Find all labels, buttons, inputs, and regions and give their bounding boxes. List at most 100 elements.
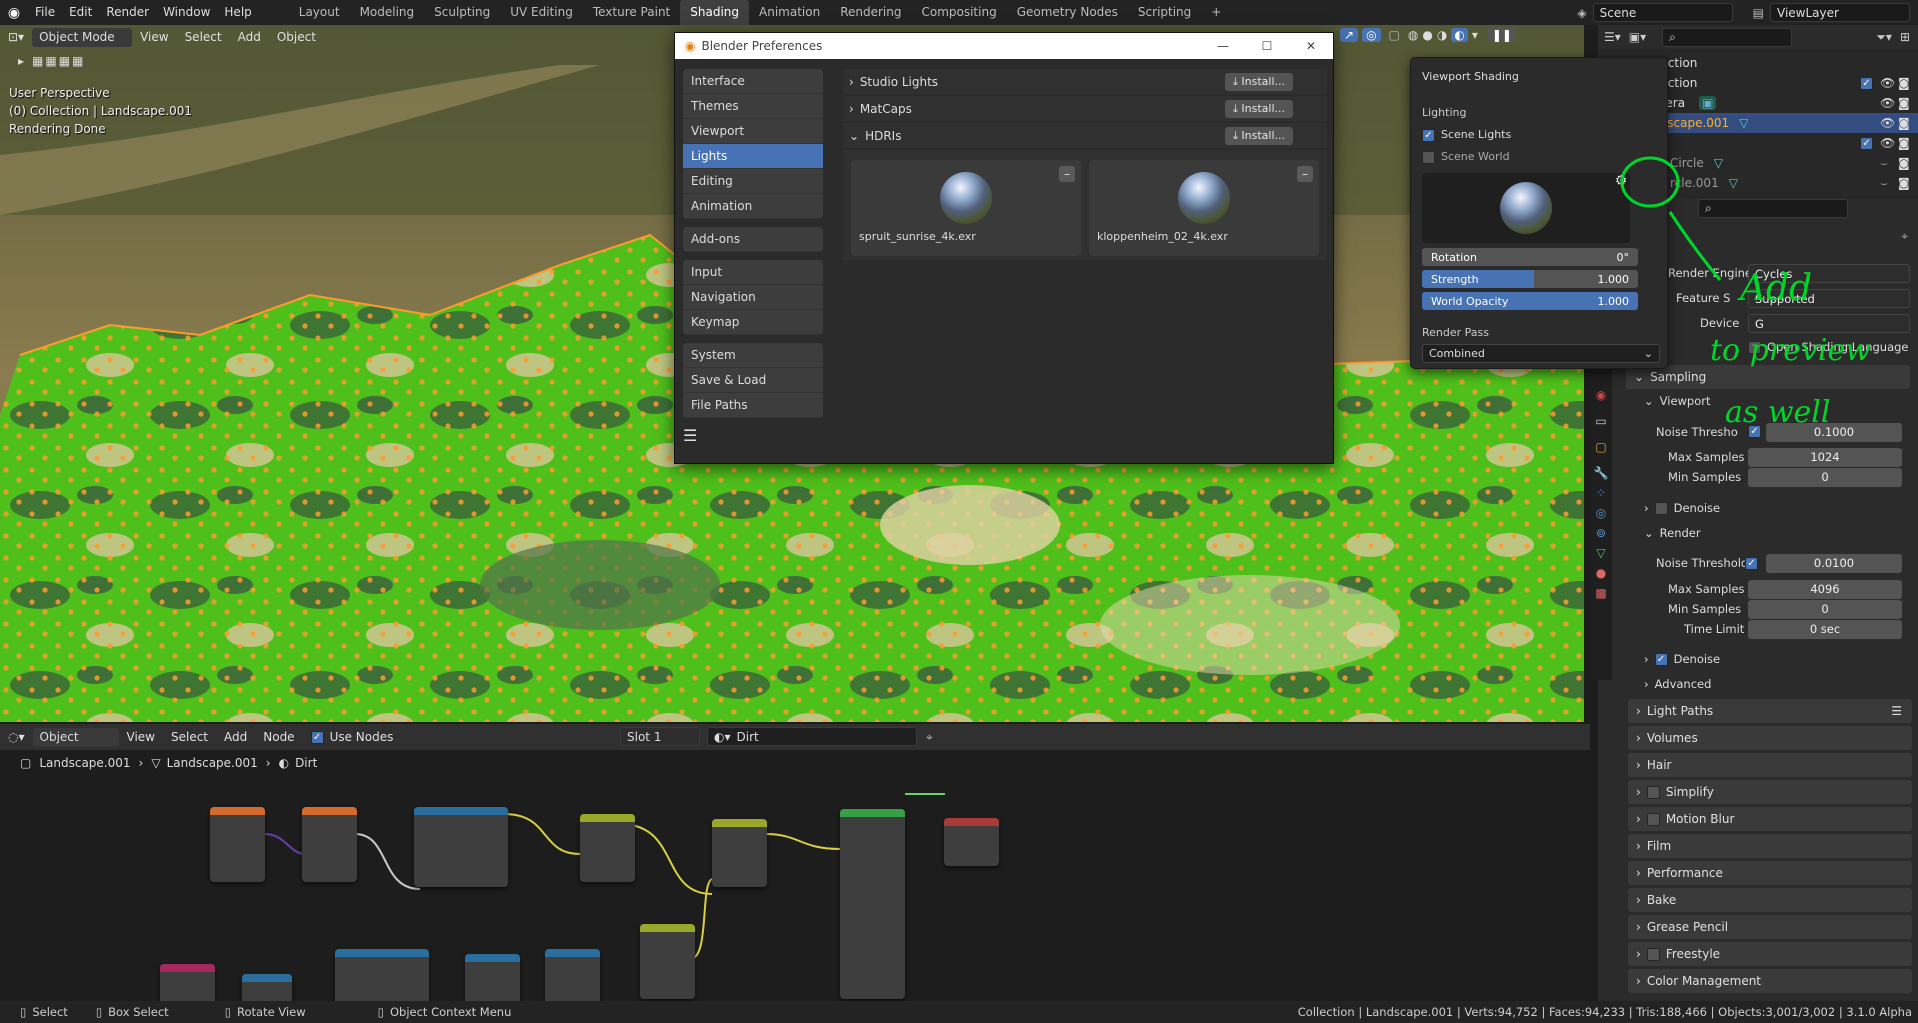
panel-grease-pencil[interactable]: › Grease Pencil bbox=[1628, 915, 1912, 939]
prefs-item-animation[interactable]: Animation bbox=[683, 194, 823, 219]
remove-hdri-button[interactable]: – bbox=[1059, 166, 1075, 182]
tab-shading[interactable]: Shading bbox=[680, 0, 749, 25]
tab-layout[interactable]: Layout bbox=[289, 0, 350, 25]
install-matcaps-button[interactable]: ⤓ Install... bbox=[1225, 99, 1293, 118]
outliner-editor-icon[interactable]: ☰▾ bbox=[1604, 30, 1621, 44]
node-menu-add[interactable]: Add bbox=[216, 730, 255, 744]
prefs-item-keymap[interactable]: Keymap bbox=[683, 310, 823, 335]
render-subpanel[interactable]: ⌄Render☰ bbox=[1644, 522, 1918, 544]
install-studio-lights-button[interactable]: ⤓ Install... bbox=[1225, 72, 1293, 91]
constraints-tab-icon[interactable]: ⊚ bbox=[1590, 526, 1612, 540]
eye-icon[interactable]: 👁 bbox=[1880, 96, 1895, 110]
texture-tab-icon[interactable]: ▩ bbox=[1590, 586, 1612, 600]
studio-lights-section[interactable]: › Studio Lights ⤓ Install... bbox=[843, 69, 1327, 94]
tab-modeling[interactable]: Modeling bbox=[350, 0, 425, 25]
node-menu-view[interactable]: View bbox=[119, 730, 163, 744]
menu-help[interactable]: Help bbox=[217, 0, 258, 25]
list-icon[interactable]: ☰ bbox=[1891, 704, 1902, 718]
panel-volumes[interactable]: › Volumes bbox=[1628, 726, 1912, 750]
panel-color-management[interactable]: › Color Management bbox=[1628, 969, 1912, 993]
node-color-ramp[interactable] bbox=[335, 949, 429, 1001]
eye-icon[interactable]: 👁 bbox=[1880, 76, 1895, 90]
modifier-tab-icon[interactable]: 🔧 bbox=[1590, 466, 1612, 480]
mode-select[interactable]: Object Mode bbox=[32, 27, 133, 47]
node-object-select[interactable]: Object bbox=[32, 727, 119, 747]
node-multiply[interactable] bbox=[545, 949, 600, 1001]
prefs-item-themes[interactable]: Themes bbox=[683, 94, 823, 119]
viewport-min-field[interactable]: 0 bbox=[1748, 468, 1902, 487]
scene-world-checkbox[interactable]: Scene World bbox=[1422, 150, 1510, 164]
viewport-menu-view[interactable]: View bbox=[132, 30, 176, 44]
shading-rendered-icon[interactable]: ◐ bbox=[1451, 28, 1468, 42]
prefs-menu-icon[interactable]: ☰ bbox=[683, 426, 823, 445]
scene-lights-checkbox[interactable]: ✓ Scene Lights bbox=[1422, 128, 1511, 142]
tab-scripting[interactable]: Scripting bbox=[1128, 0, 1201, 25]
node-mix[interactable] bbox=[580, 814, 635, 882]
node-editor-type-icon[interactable]: ◌▾ bbox=[0, 730, 33, 744]
panel-performance[interactable]: › Performance bbox=[1628, 861, 1912, 885]
matcaps-section[interactable]: › MatCaps ⤓ Install... bbox=[843, 96, 1327, 121]
checkbox-checked-icon[interactable]: ✓ bbox=[1860, 136, 1873, 150]
viewlayer-icon[interactable]: ▤ bbox=[1753, 6, 1764, 20]
node-color-ramp[interactable] bbox=[414, 807, 508, 887]
use-nodes-checkbox[interactable]: ✓ Use Nodes bbox=[303, 730, 402, 744]
tab-rendering[interactable]: Rendering bbox=[830, 0, 911, 25]
prefs-item-file-paths[interactable]: File Paths bbox=[683, 393, 823, 418]
node-separate-xyz[interactable] bbox=[242, 974, 292, 1001]
filter-icon[interactable]: ⏷▾ bbox=[1876, 30, 1892, 45]
node-canvas[interactable] bbox=[0, 774, 1590, 1001]
node-mix[interactable] bbox=[712, 819, 767, 887]
prefs-item-navigation[interactable]: Navigation bbox=[683, 285, 823, 310]
material-field[interactable]: ◐▾ Dirt bbox=[707, 727, 917, 746]
panel-bake[interactable]: › Bake bbox=[1628, 888, 1912, 912]
render-noise-field[interactable]: 0.0100 bbox=[1766, 554, 1902, 573]
add-workspace-icon[interactable]: + bbox=[1201, 0, 1231, 25]
camera-icon[interactable]: ◙ bbox=[1898, 96, 1910, 110]
viewport-menu-select[interactable]: Select bbox=[177, 30, 230, 44]
data-tab-icon[interactable]: ▽ bbox=[1590, 546, 1612, 560]
checkbox-checked-icon[interactable]: ✓ bbox=[1654, 652, 1668, 666]
hdris-section[interactable]: ⌄ HDRIs ⤓ Install... bbox=[843, 123, 1327, 148]
time-limit-field[interactable]: 0 sec bbox=[1748, 620, 1902, 639]
render-denoise-subpanel[interactable]: › ✓ Denoise bbox=[1644, 648, 1918, 670]
panel-hair[interactable]: › Hair bbox=[1628, 753, 1912, 777]
eye-icon[interactable]: 👁 bbox=[1880, 116, 1895, 130]
node-noise-texture[interactable] bbox=[302, 807, 357, 882]
panel-film[interactable]: › Film bbox=[1628, 834, 1912, 858]
prefs-item-lights[interactable]: Lights bbox=[683, 144, 823, 169]
menu-edit[interactable]: Edit bbox=[62, 0, 99, 25]
display-mode-icon[interactable]: ▣▾ bbox=[1629, 30, 1646, 44]
checkbox-unchecked-icon[interactable] bbox=[1646, 947, 1660, 961]
viewport-menu-add[interactable]: Add bbox=[230, 30, 269, 44]
prefs-item-system[interactable]: System bbox=[683, 343, 823, 368]
prefs-item-editing[interactable]: Editing bbox=[683, 169, 823, 194]
tab-compositing[interactable]: Compositing bbox=[911, 0, 1006, 25]
node-menu-node[interactable]: Node bbox=[255, 730, 302, 744]
box-select-tool-icon[interactable]: ▦▦▦▦ bbox=[32, 54, 85, 68]
viewport-denoise-subpanel[interactable]: › Denoise bbox=[1644, 497, 1918, 519]
world-preview[interactable] bbox=[1422, 173, 1630, 243]
blender-logo-icon[interactable]: ◉ bbox=[0, 5, 28, 21]
tab-geometry-nodes[interactable]: Geometry Nodes bbox=[1007, 0, 1128, 25]
slot-select[interactable]: Slot 1 bbox=[620, 727, 700, 746]
checkbox-checked-icon[interactable]: ✓ bbox=[1860, 76, 1873, 90]
node-principled-bsdf[interactable] bbox=[840, 809, 905, 999]
viewport-menu-object[interactable]: Object bbox=[269, 30, 324, 44]
node-material-output[interactable] bbox=[944, 818, 999, 866]
tab-uv-editing[interactable]: UV Editing bbox=[500, 0, 583, 25]
overlay-icon[interactable]: ◎ bbox=[1362, 28, 1381, 42]
shading-solid-icon[interactable]: ● bbox=[1422, 28, 1432, 42]
tab-animation[interactable]: Animation bbox=[749, 0, 830, 25]
physics-tab-icon[interactable]: ◎ bbox=[1590, 506, 1612, 520]
prefs-item-interface[interactable]: Interface bbox=[683, 69, 823, 94]
node-menu-select[interactable]: Select bbox=[163, 730, 216, 744]
shading-material-icon[interactable]: ◑ bbox=[1437, 28, 1447, 42]
close-icon[interactable]: ✕ bbox=[1289, 39, 1333, 53]
menu-file[interactable]: File bbox=[28, 0, 62, 25]
camera-icon[interactable]: ◙ bbox=[1898, 76, 1910, 90]
panel-freestyle[interactable]: › Freestyle bbox=[1628, 942, 1912, 966]
new-collection-icon[interactable]: ⊞ bbox=[1900, 30, 1918, 44]
node-wave-texture[interactable] bbox=[210, 807, 265, 882]
eye-icon[interactable]: 👁 bbox=[1880, 136, 1895, 150]
node-geometry[interactable] bbox=[160, 964, 215, 1001]
